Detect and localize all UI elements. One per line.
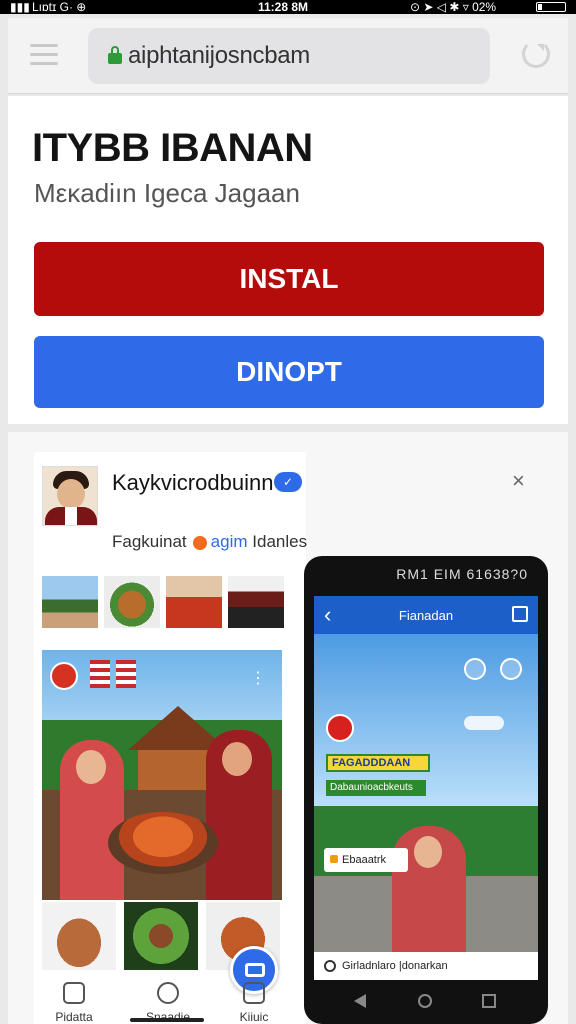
- sticker-text: Ebaaatrk: [342, 854, 387, 866]
- home-circle-icon[interactable]: [418, 994, 432, 1008]
- nav-label: Pidatta: [55, 1010, 93, 1024]
- live-badge-icon: [50, 662, 78, 690]
- nav-label: Kiiuic: [239, 1010, 269, 1024]
- search-icon: [157, 982, 179, 1004]
- url-text: aiphtanijosncbam: [128, 42, 310, 69]
- comment-bar[interactable]: Girladnlaro |donarkan: [314, 952, 538, 980]
- status-time: 11:28 8M: [258, 0, 309, 14]
- preview-card: Kaykvicrodbuinn Fagkuinat agim Idanles ⋮: [8, 432, 568, 1024]
- secondary-button[interactable]: DINOPT: [34, 336, 544, 408]
- camera-switch-icon[interactable]: [464, 658, 486, 680]
- comment-bar-text: Girladnlaro |donarkan: [342, 960, 448, 972]
- food-image[interactable]: [42, 902, 116, 970]
- overlay-sticker: Ebaaatrk: [324, 848, 408, 872]
- chat-icon: [324, 960, 336, 972]
- phone-app-header: ‹ Fianadan: [314, 596, 538, 634]
- phone-mockup: RM1 EIM 61638?0 ‹ Fianadan FAGADDDAAN Da…: [304, 556, 548, 1024]
- status-left-text: Lıɒtɪ G· ⊕: [32, 0, 87, 14]
- browser-toolbar: aiphtanijosncbam: [8, 18, 568, 94]
- recent-apps-icon[interactable]: [482, 994, 496, 1008]
- phone-nav-bar: [304, 986, 548, 1016]
- close-icon[interactable]: ×: [512, 468, 525, 494]
- subtitle-suffix: Idanles: [252, 532, 308, 551]
- thumbnail-strip: [42, 576, 284, 628]
- phone-status-bar: RM1 EIM 61638?0: [396, 566, 528, 582]
- address-bar[interactable]: aiphtanijosncbam: [88, 28, 490, 84]
- app-install-card: IТYBB IBANAN Mεκadiın Igeca Jagaan INSTA…: [8, 96, 568, 424]
- overlay-banner: FAGADDDAAN: [326, 754, 430, 772]
- profile-name[interactable]: Kaykvicrodbuinn: [112, 470, 273, 496]
- phone-header-title: Fianadan: [398, 608, 454, 623]
- subtitle-prefix: Fagkuinat: [112, 532, 187, 551]
- install-button[interactable]: INSTAL: [34, 242, 544, 316]
- app-subtitle: Mεκadiın Igeca Jagaan: [34, 178, 300, 208]
- back-icon[interactable]: [354, 994, 366, 1008]
- reload-icon[interactable]: [522, 40, 550, 68]
- live-badge-icon: [326, 714, 354, 742]
- social-post-preview: Kaykvicrodbuinn Fagkuinat agim Idanles ⋮: [34, 452, 307, 1024]
- thumbnail-image[interactable]: [104, 576, 160, 628]
- status-right-text: ⊙ ➤ ◁ ✱ ▿ 02%: [410, 0, 497, 14]
- badge-icon: [192, 535, 207, 550]
- hamburger-menu-icon[interactable]: [30, 44, 58, 66]
- subtitle-tag[interactable]: agim: [211, 532, 248, 551]
- battery-icon: [536, 2, 566, 12]
- profile-icon: [243, 982, 265, 1004]
- profile-subtitle: Fagkuinat agim Idanles: [112, 532, 307, 552]
- home-indicator: [130, 1018, 204, 1022]
- share-icon: [245, 963, 265, 977]
- main-photo[interactable]: ⋮: [42, 650, 282, 900]
- nav-item-profile[interactable]: Kiiuic: [214, 982, 294, 1024]
- filter-icon[interactable]: [500, 658, 522, 680]
- home-icon: [63, 982, 85, 1004]
- thumbnail-image[interactable]: [42, 576, 98, 628]
- overlay-banner-secondary: Dabaunioacbkeuts: [326, 780, 426, 796]
- nav-item-home[interactable]: Pidatta: [34, 982, 114, 1024]
- thumbnail-image[interactable]: [166, 576, 222, 628]
- phone-screen: ‹ Fianadan FAGADDDAAN Dabaunioacbkeuts E…: [314, 596, 538, 980]
- verified-icon: ✓: [274, 472, 302, 492]
- thumbnail-image[interactable]: [228, 576, 284, 628]
- lock-icon: [108, 46, 122, 64]
- share-icon[interactable]: [512, 606, 528, 622]
- app-title: IТYBB IBANAN: [32, 126, 313, 170]
- status-bar: ▮▮▮ Lıɒtɪ G· ⊕ 11:28 8M ⊙ ➤ ◁ ✱ ▿ 02%: [0, 0, 576, 14]
- food-image[interactable]: [124, 902, 198, 970]
- signal-icon: ▮▮▮: [10, 0, 30, 14]
- more-options-icon[interactable]: ⋮: [250, 668, 266, 688]
- avatar[interactable]: [42, 466, 98, 526]
